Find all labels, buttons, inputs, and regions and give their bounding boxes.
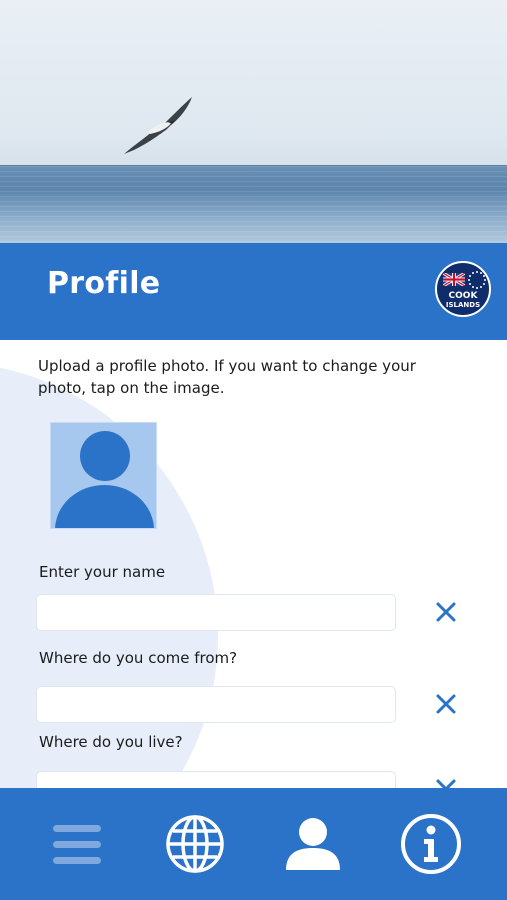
nav-info-button[interactable] bbox=[399, 812, 463, 876]
residence-label: Where do you live? bbox=[39, 733, 183, 751]
close-icon bbox=[436, 694, 456, 714]
globe-icon bbox=[166, 815, 224, 873]
cook-islands-badge[interactable]: COOK ISLANDS bbox=[435, 261, 491, 317]
menu-icon bbox=[53, 825, 101, 864]
badge-text-islands: ISLANDS bbox=[445, 301, 481, 309]
clear-name-button[interactable] bbox=[432, 598, 460, 626]
avatar-head bbox=[80, 431, 130, 481]
badge-text-cook: COOK bbox=[448, 291, 478, 301]
bottom-nav bbox=[0, 788, 507, 900]
nav-profile-button[interactable] bbox=[281, 812, 345, 876]
upload-instruction: Upload a profile photo. If you want to c… bbox=[38, 357, 416, 397]
profile-form: Upload a profile photo. If you want to c… bbox=[0, 340, 507, 788]
union-jack-icon bbox=[443, 273, 465, 286]
page-title: Profile bbox=[47, 266, 161, 301]
sea bbox=[0, 166, 507, 243]
close-icon bbox=[436, 779, 456, 788]
residence-input[interactable] bbox=[36, 771, 396, 788]
header-photo bbox=[0, 0, 507, 243]
clear-origin-button[interactable] bbox=[432, 690, 460, 718]
seagull-icon bbox=[124, 97, 192, 154]
avatar-body bbox=[55, 485, 154, 528]
info-icon bbox=[401, 814, 461, 874]
profile-photo-button[interactable] bbox=[50, 422, 157, 529]
close-icon bbox=[436, 602, 456, 622]
user-icon bbox=[286, 818, 340, 870]
name-label: Enter your name bbox=[39, 563, 166, 581]
stars-circle-icon bbox=[468, 271, 486, 289]
nav-menu-button[interactable] bbox=[45, 812, 109, 876]
name-input[interactable] bbox=[36, 594, 396, 631]
nav-globe-button[interactable] bbox=[163, 812, 227, 876]
clear-residence-button[interactable] bbox=[432, 775, 460, 788]
origin-label: Where do you come from? bbox=[39, 649, 238, 667]
page-header: Profile bbox=[0, 243, 507, 340]
origin-input[interactable] bbox=[36, 686, 396, 723]
